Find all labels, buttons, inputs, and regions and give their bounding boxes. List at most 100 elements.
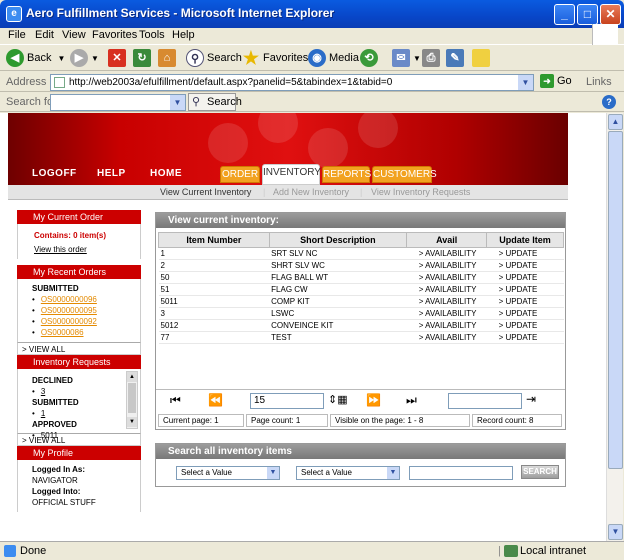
- table-row: 2 SHRT SLV WC > AVAILABILITY > UPDATE: [158, 259, 564, 272]
- scroll-thumb[interactable]: [128, 383, 136, 413]
- inventory-panel-title: View current inventory:: [156, 213, 565, 228]
- first-page-icon[interactable]: ⏮: [170, 393, 181, 408]
- update-link[interactable]: > UPDATE: [486, 271, 564, 284]
- goto-page-icon[interactable]: ⇥: [526, 392, 536, 406]
- scroll-down-icon[interactable]: ▼: [127, 417, 137, 427]
- edit-button[interactable]: ✎: [446, 48, 467, 68]
- discuss-button[interactable]: [472, 48, 493, 68]
- menu-file[interactable]: File: [8, 29, 26, 41]
- maximize-button[interactable]: □: [577, 4, 598, 25]
- update-link[interactable]: > UPDATE: [486, 295, 564, 308]
- address-input[interactable]: http://web2003a/efulfillment/default.asp…: [50, 74, 534, 91]
- minimize-button[interactable]: _: [554, 4, 575, 25]
- availability-link[interactable]: > AVAILABILITY: [406, 247, 487, 260]
- history-button[interactable]: ⟲: [360, 48, 381, 68]
- previous-page-icon[interactable]: ⏪: [208, 393, 223, 407]
- refresh-button[interactable]: ↻: [133, 48, 154, 68]
- search-value-input[interactable]: [409, 466, 513, 480]
- back-button[interactable]: ◀ Back ▼: [6, 48, 65, 68]
- search-button[interactable]: ⚲ Search: [186, 48, 242, 68]
- close-button[interactable]: ✕: [600, 4, 621, 25]
- page-size-apply-icon[interactable]: ⇕▦: [328, 393, 348, 406]
- recent-order-link[interactable]: OS0000000096: [41, 295, 97, 304]
- goto-page-input[interactable]: [448, 393, 522, 409]
- help-link[interactable]: HELP: [97, 168, 126, 179]
- title-bar: e Aero Fulfillment Services - Microsoft …: [0, 0, 624, 28]
- tab-reports[interactable]: REPORTS: [322, 166, 371, 183]
- column-header[interactable]: Update Item: [486, 232, 564, 248]
- scroll-up-icon[interactable]: ▲: [127, 372, 137, 382]
- availability-link[interactable]: > AVAILABILITY: [406, 271, 487, 284]
- forward-button[interactable]: ▶ ▼: [70, 48, 99, 68]
- view-this-order-link[interactable]: View this order: [34, 244, 140, 255]
- last-page-icon[interactable]: ⏭: [406, 393, 417, 408]
- update-link[interactable]: > UPDATE: [486, 247, 564, 260]
- search-dropdown-icon[interactable]: ▼: [170, 95, 185, 110]
- search-inventory-button[interactable]: SEARCH: [521, 465, 559, 479]
- search-for-input[interactable]: ▼: [50, 94, 186, 111]
- column-header[interactable]: Short Description: [268, 232, 408, 248]
- forward-dropdown-icon[interactable]: ▼: [91, 54, 99, 63]
- help-icon[interactable]: ?: [602, 95, 616, 109]
- mail-button[interactable]: ✉ ▼: [392, 48, 421, 68]
- availability-link[interactable]: > AVAILABILITY: [406, 259, 487, 272]
- search-for-button[interactable]: ⚲ Search: [188, 93, 242, 111]
- list-item: OS0000000096: [32, 294, 140, 305]
- recent-order-link[interactable]: OS0000086: [41, 328, 84, 337]
- scroll-down-icon[interactable]: ▼: [608, 524, 623, 540]
- links-button[interactable]: Links: [586, 76, 612, 88]
- scroll-thumb[interactable]: [608, 131, 623, 469]
- subnav-view-inventory-requests[interactable]: View Inventory Requests: [371, 187, 470, 197]
- menu-favorites[interactable]: Favorites: [92, 29, 137, 41]
- filter-select-2[interactable]: Select a Value ▼: [296, 466, 400, 480]
- menu-tools[interactable]: Tools: [139, 29, 165, 41]
- availability-link[interactable]: > AVAILABILITY: [406, 319, 487, 332]
- tab-inventory[interactable]: INVENTORY: [262, 164, 321, 185]
- page-status-icon: [4, 545, 16, 557]
- favorites-button[interactable]: ★ Favorites: [242, 48, 308, 68]
- update-link[interactable]: > UPDATE: [486, 307, 564, 320]
- recent-orders-view-all[interactable]: > VIEW ALL: [17, 342, 141, 355]
- availability-link[interactable]: > AVAILABILITY: [406, 307, 487, 320]
- inventory-requests-header: Inventory Requests: [17, 355, 141, 369]
- availability-link[interactable]: > AVAILABILITY: [406, 331, 487, 344]
- filter-select-1[interactable]: Select a Value ▼: [176, 466, 280, 480]
- next-page-icon[interactable]: ⏩: [366, 393, 381, 407]
- menu-edit[interactable]: Edit: [35, 29, 54, 41]
- requests-scrollbar[interactable]: ▲ ▼: [126, 371, 138, 429]
- page-scrollbar[interactable]: ▲ ▼: [606, 113, 623, 541]
- media-button[interactable]: ◉ Media: [308, 48, 359, 68]
- tab-customers[interactable]: CUSTOMERS: [372, 166, 437, 183]
- availability-link[interactable]: > AVAILABILITY: [406, 295, 487, 308]
- update-link[interactable]: > UPDATE: [486, 319, 564, 332]
- subnav-add-new-inventory[interactable]: Add New Inventory: [273, 187, 349, 197]
- scroll-up-icon[interactable]: ▲: [608, 114, 623, 130]
- menu-bar: File Edit View Favorites Tools Help: [0, 24, 624, 46]
- go-button[interactable]: ➜ Go: [540, 74, 572, 88]
- approved-item[interactable]: 5011: [41, 431, 58, 440]
- subnav-view-current-inventory[interactable]: View Current Inventory: [160, 187, 251, 197]
- submitted-count-link[interactable]: 1: [41, 409, 45, 418]
- update-link[interactable]: > UPDATE: [486, 283, 564, 296]
- home-button[interactable]: ⌂: [158, 48, 179, 68]
- tab-order[interactable]: ORDER: [220, 166, 260, 183]
- page-size-input[interactable]: 15: [250, 393, 324, 409]
- list-item: 3: [32, 386, 140, 397]
- print-button[interactable]: ⎙: [422, 48, 443, 68]
- menu-view[interactable]: View: [62, 29, 86, 41]
- item-number: 1: [158, 247, 270, 260]
- column-header[interactable]: Avail: [406, 232, 488, 248]
- update-link[interactable]: > UPDATE: [486, 259, 564, 272]
- home-link[interactable]: HOME: [150, 168, 182, 179]
- logoff-link[interactable]: LOGOFF: [32, 168, 77, 179]
- address-dropdown-icon[interactable]: ▼: [518, 75, 533, 90]
- column-header[interactable]: Item Number: [158, 232, 270, 248]
- recent-order-link[interactable]: OS0000000092: [41, 317, 97, 326]
- update-link[interactable]: > UPDATE: [486, 331, 564, 344]
- declined-count-link[interactable]: 3: [41, 387, 45, 396]
- recent-order-link[interactable]: OS0000000095: [41, 306, 97, 315]
- back-dropdown-icon[interactable]: ▼: [57, 54, 65, 63]
- stop-button[interactable]: ✕: [108, 48, 129, 68]
- availability-link[interactable]: > AVAILABILITY: [406, 283, 487, 296]
- menu-help[interactable]: Help: [172, 29, 195, 41]
